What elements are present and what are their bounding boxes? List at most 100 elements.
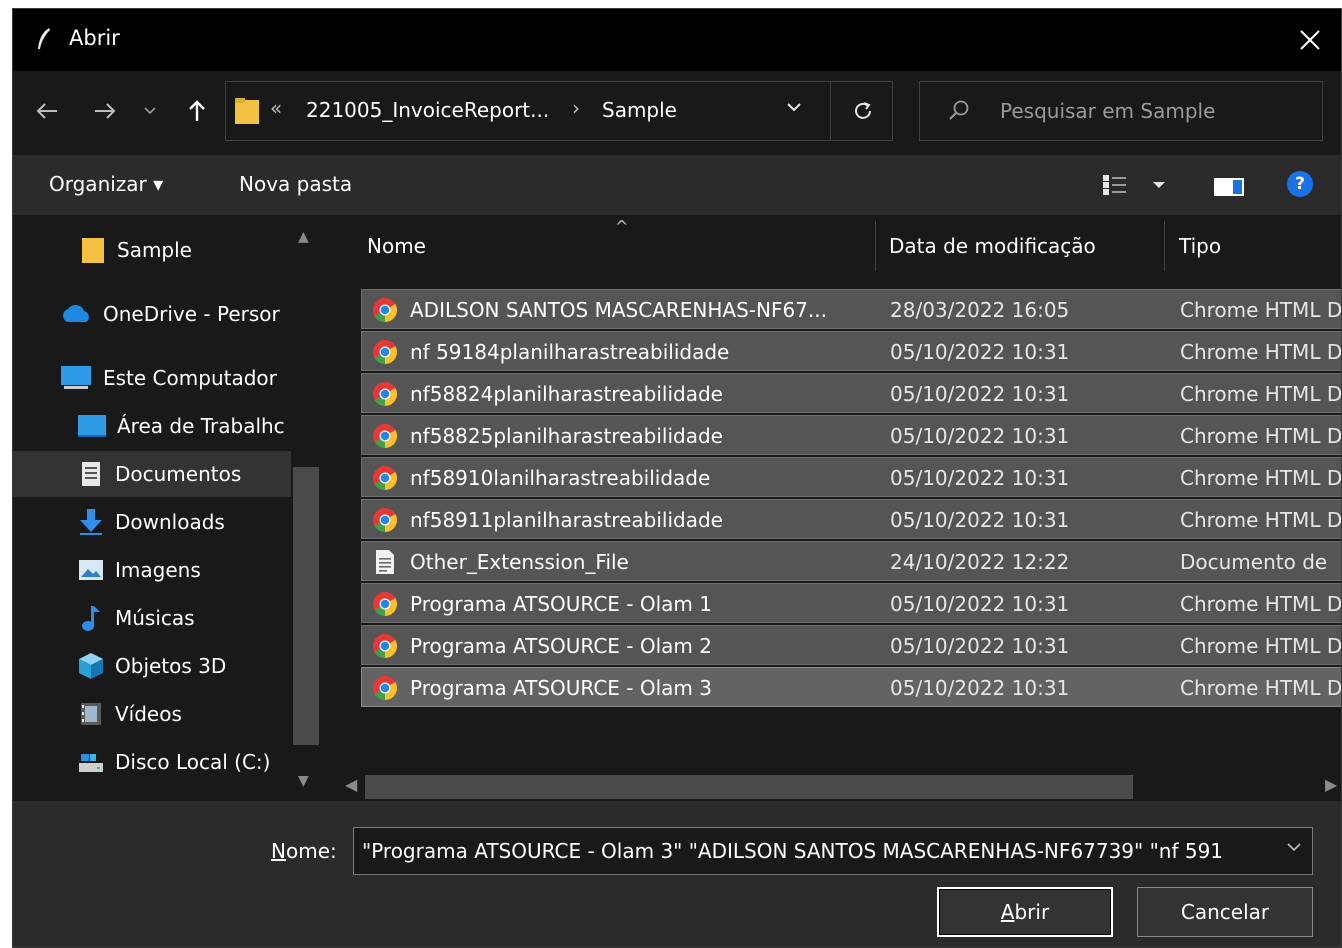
file-date: 05/10/2022 10:31 <box>890 634 1070 658</box>
file-date: 05/10/2022 10:31 <box>890 676 1070 700</box>
sidebar-item-local-disk[interactable]: Disco Local (C:) <box>13 739 291 785</box>
file-type: Chrome HTML D <box>1180 466 1342 490</box>
sidebar-item-label: Este Computador <box>103 366 277 390</box>
navigation-scrollbar[interactable]: ▲ ▼ <box>291 215 321 801</box>
chrome-icon <box>373 676 398 700</box>
file-name: nf 59184planilharastreabilidade <box>410 340 730 364</box>
breadcrumb-segment-current[interactable]: Sample <box>602 98 677 122</box>
scrollbar-thumb[interactable] <box>293 467 319 745</box>
up-button[interactable] <box>179 93 215 129</box>
file-date: 28/03/2022 16:05 <box>890 298 1070 322</box>
column-header-type[interactable]: Tipo <box>1179 215 1221 277</box>
address-bar[interactable]: « 221005_InvoiceReport... › Sample <box>225 81 893 141</box>
new-folder-button[interactable]: Nova pasta <box>239 172 352 196</box>
file-type: Chrome HTML D <box>1180 634 1342 658</box>
dialog-footer: Nome: Abrir Cancelar <box>13 801 1341 947</box>
file-date: 05/10/2022 10:31 <box>890 508 1070 532</box>
sidebar-item-3d-objects[interactable]: Objetos 3D <box>13 643 291 689</box>
sidebar-item-onedrive[interactable]: OneDrive - Persor <box>13 291 291 337</box>
sidebar-item-label: OneDrive - Persor <box>103 302 280 326</box>
column-divider[interactable] <box>1164 221 1165 271</box>
sidebar-item-this-pc[interactable]: Este Computador <box>13 355 291 401</box>
file-type: Chrome HTML D <box>1180 592 1342 616</box>
recent-locations-button[interactable] <box>139 93 161 129</box>
breadcrumb-separator[interactable]: › <box>572 96 580 120</box>
sidebar-item-pictures[interactable]: Imagens <box>13 547 291 593</box>
sidebar-item-music[interactable]: Músicas <box>13 595 291 641</box>
sidebar-item-documents[interactable]: Documentos <box>13 451 291 497</box>
column-header-date[interactable]: Data de modificação <box>889 215 1096 277</box>
scroll-left-arrow[interactable]: ◀ <box>345 775 357 794</box>
sidebar-item-label: Disco Local (C:) <box>115 750 271 774</box>
text-file-icon <box>376 550 394 574</box>
sidebar-item-label: Sample <box>117 238 192 262</box>
breadcrumb-segment-parent[interactable]: 221005_InvoiceReport... <box>306 98 549 122</box>
table-row[interactable]: nf58824planilharastreabilidade 05/10/202… <box>361 373 1341 413</box>
music-icon <box>77 604 105 632</box>
arrow-right-icon <box>95 103 116 119</box>
file-name: Programa ATSOURCE - Olam 3 <box>410 676 712 700</box>
file-date: 24/10/2022 12:22 <box>890 550 1070 574</box>
arrow-left-icon <box>36 103 57 119</box>
table-row[interactable]: nf 59184planilharastreabilidade 05/10/20… <box>361 331 1341 371</box>
chrome-icon <box>373 466 398 490</box>
file-list: ^ Nome Data de modificação Tipo ADILSON … <box>329 215 1342 801</box>
chevron-down-icon[interactable] <box>786 102 802 112</box>
close-button[interactable] <box>1279 9 1341 71</box>
table-row[interactable]: nf58911planilharastreabilidade 05/10/202… <box>361 499 1342 539</box>
horizontal-scrollbar[interactable]: ◀ ▶ <box>343 773 1341 801</box>
feather-icon <box>38 28 50 49</box>
forward-button[interactable] <box>87 93 123 129</box>
file-name-input[interactable] <box>362 828 1272 874</box>
breadcrumb-overflow[interactable]: « <box>270 96 282 120</box>
downloads-icon <box>77 508 105 536</box>
chrome-icon <box>373 340 398 364</box>
table-row[interactable]: nf58825planilharastreabilidade 05/10/202… <box>361 415 1341 455</box>
organize-menu[interactable]: Organizar ▾ <box>49 172 163 196</box>
scrollbar-thumb[interactable] <box>365 775 1133 799</box>
column-header-row: ^ Nome Data de modificação Tipo <box>329 215 1341 277</box>
sidebar-item-label: Músicas <box>115 606 195 630</box>
refresh-icon <box>854 102 871 119</box>
file-type: Chrome HTML D <box>1180 508 1342 532</box>
column-header-name[interactable]: Nome <box>367 215 426 277</box>
view-options-icon[interactable] <box>1103 175 1173 195</box>
video-icon <box>77 700 105 728</box>
file-name-combobox[interactable] <box>353 827 1313 875</box>
scroll-up-arrow[interactable]: ▲ <box>298 229 309 245</box>
open-button[interactable]: Abrir <box>937 887 1113 937</box>
file-name: nf58910lanilharastreabilidade <box>410 466 711 490</box>
scroll-down-arrow[interactable]: ▼ <box>298 773 309 789</box>
search-box[interactable] <box>919 81 1323 141</box>
sidebar-item-desktop[interactable]: Área de Trabalhc <box>13 403 291 449</box>
file-type: Documento de <box>1180 550 1328 574</box>
cancel-button[interactable]: Cancelar <box>1137 887 1313 937</box>
sidebar-item-sample[interactable]: Sample <box>13 227 291 273</box>
desktop-icon <box>77 412 107 440</box>
chevron-down-icon <box>144 107 156 115</box>
table-row[interactable]: ADILSON SANTOS MASCARENHAS-NF67... 28/03… <box>361 289 1341 329</box>
back-button[interactable] <box>29 93 65 129</box>
pictures-icon <box>77 556 105 584</box>
table-row[interactable]: Other_Extenssion_File 24/10/2022 12:22 D… <box>361 541 1341 581</box>
chevron-down-icon[interactable] <box>1286 842 1302 852</box>
close-icon <box>1300 30 1320 50</box>
table-row[interactable]: Programa ATSOURCE - Olam 3 05/10/2022 10… <box>361 667 1341 707</box>
table-row[interactable]: nf58910lanilharastreabilidade 05/10/2022… <box>361 457 1342 497</box>
file-name: nf58825planilharastreabilidade <box>410 424 723 448</box>
preview-pane-icon[interactable] <box>1213 177 1245 197</box>
help-button[interactable]: ? <box>1287 171 1313 197</box>
chrome-icon <box>373 592 398 616</box>
chrome-icon <box>373 424 398 448</box>
arrow-up-icon <box>189 100 205 121</box>
sidebar-item-downloads[interactable]: Downloads <box>13 499 291 545</box>
file-date: 05/10/2022 10:31 <box>890 340 1070 364</box>
scroll-right-arrow[interactable]: ▶ <box>1325 775 1337 794</box>
search-input[interactable] <box>1000 82 1310 140</box>
sidebar-item-videos[interactable]: Vídeos <box>13 691 291 737</box>
table-row[interactable]: Programa ATSOURCE - Olam 1 05/10/2022 10… <box>361 583 1342 623</box>
sidebar-item-label: Downloads <box>115 510 225 534</box>
table-row[interactable]: Programa ATSOURCE - Olam 2 05/10/2022 10… <box>361 625 1342 665</box>
column-divider[interactable] <box>875 221 876 271</box>
refresh-button[interactable] <box>830 82 894 140</box>
